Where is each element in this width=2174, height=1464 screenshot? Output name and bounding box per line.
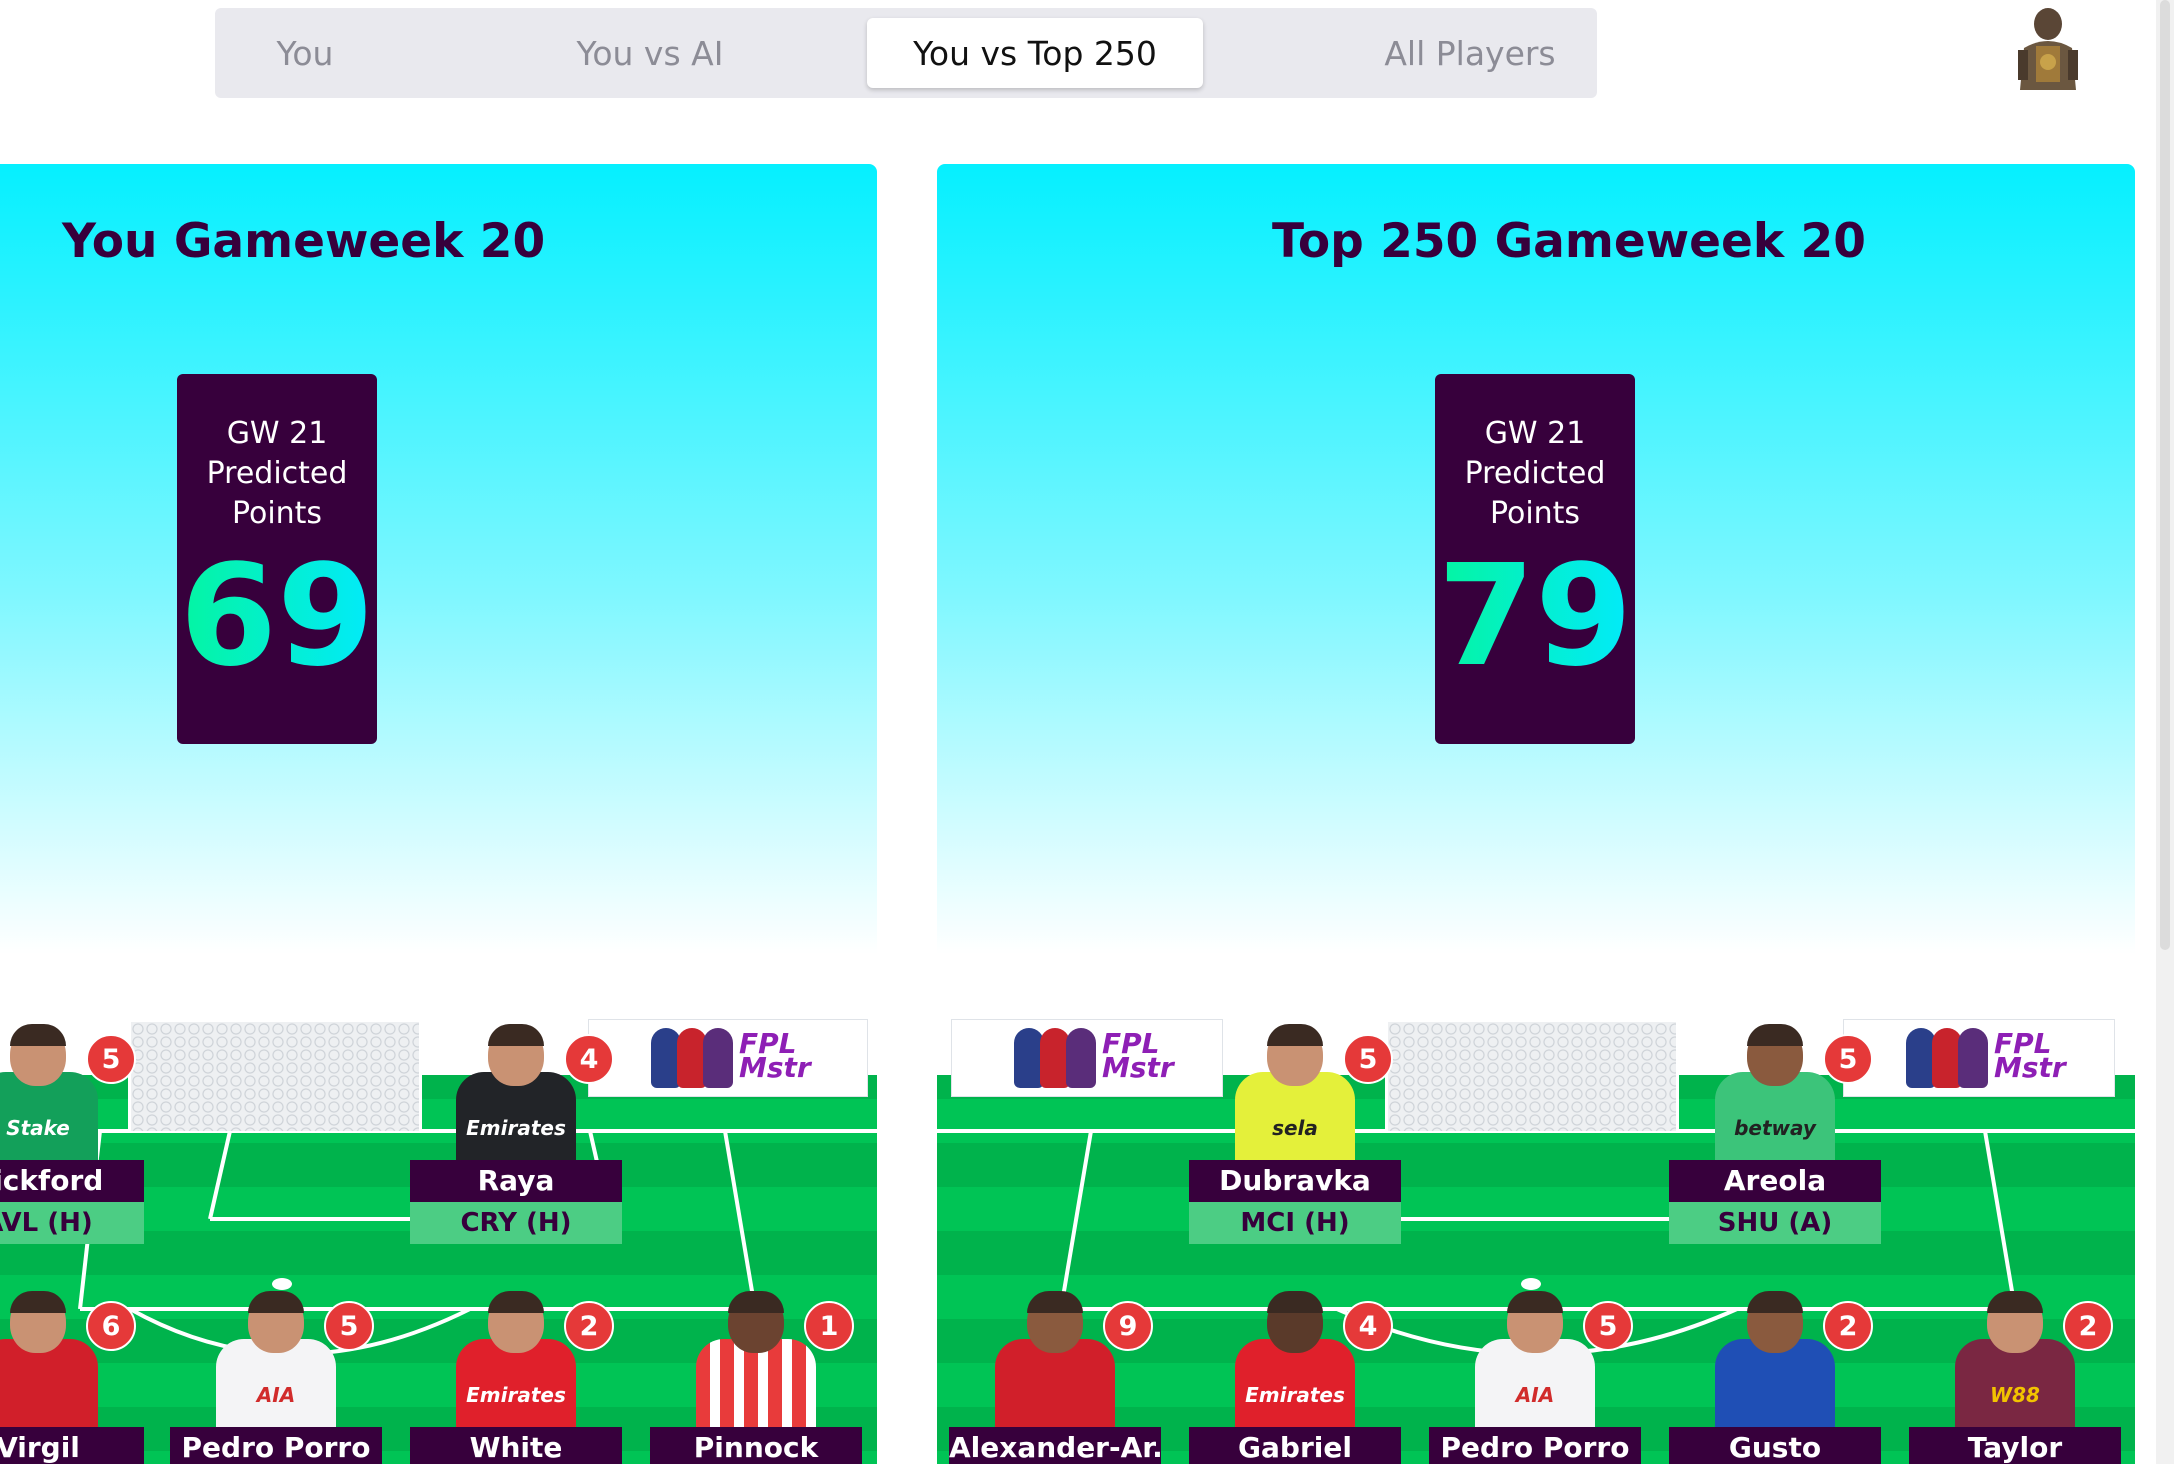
pitch: FPL Mstr FPL Mstr sela 5 Dubravka MCI (H… [937, 1019, 2135, 1464]
player-name: Alexander-Ar... [949, 1427, 1161, 1464]
points-badge: 2 [564, 1301, 614, 1351]
player-kit [0, 1339, 98, 1429]
player-card-def[interactable]: 1 Pinnock [650, 1291, 862, 1464]
player-fixture: AVL (H) [0, 1202, 144, 1244]
player-hair [10, 1024, 66, 1046]
points-badge: 5 [324, 1301, 374, 1351]
predicted-points-label: GW 21 Predicted Points [1464, 416, 1606, 531]
tab-you[interactable]: You [225, 18, 385, 88]
player-name: Pedro Porro [1429, 1427, 1641, 1464]
points-badge: 6 [86, 1301, 136, 1351]
panel-title: You Gameweek 20 [62, 214, 546, 269]
fpl-mstr-logo: FPL Mstr [1102, 1027, 1174, 1084]
predicted-points-card: GW 21 Predicted Points 79 [1435, 374, 1635, 744]
player-card-def[interactable]: Emirates 2 White [410, 1291, 622, 1464]
points-badge: 5 [1343, 1034, 1393, 1084]
player-fixture: CRY (H) [410, 1202, 622, 1244]
player-card-gk[interactable]: Emirates 4 Raya CRY (H) [410, 1024, 622, 1244]
player-hair [1027, 1291, 1083, 1313]
points-badge: 5 [1823, 1034, 1873, 1084]
player-hair [248, 1291, 304, 1313]
player-name: White [410, 1427, 622, 1464]
player-hair [1267, 1024, 1323, 1046]
player-card-gk[interactable]: Stake 5 Pickford AVL (H) [0, 1024, 144, 1244]
kit-sponsor: W88 [1990, 1383, 2040, 1407]
points-badge: 9 [1103, 1301, 1153, 1351]
points-badge: 2 [2063, 1301, 2113, 1351]
player-card-def[interactable]: 2 Gusto [1669, 1291, 1881, 1464]
player-card-def[interactable]: 6 Virgil [0, 1291, 144, 1464]
predicted-points-card: GW 21 Predicted Points 69 [177, 374, 377, 744]
predicted-points-value: 79 [1435, 542, 1635, 692]
points-badge: 4 [1343, 1301, 1393, 1351]
avatar-warrior-icon [2018, 8, 2078, 90]
player-hair [1747, 1024, 1803, 1046]
player-hair [728, 1291, 784, 1313]
player-name: Gusto [1669, 1427, 1881, 1464]
top-250-panel: Top 250 Gameweek 20 GW 21 Predicted Poin… [937, 164, 2135, 1464]
player-name: Gabriel [1189, 1427, 1401, 1464]
player-card-gk[interactable]: betway 5 Areola SHU (A) [1669, 1024, 1881, 1244]
player-fixture: MCI (H) [1189, 1202, 1401, 1244]
billboard-player-icon [1066, 1028, 1096, 1088]
player-hair [1747, 1291, 1803, 1313]
fpl-mstr-logo: FPL Mstr [739, 1027, 811, 1084]
player-fixture: SHU (A) [1669, 1202, 1881, 1244]
view-tabs: You You vs AI You vs Top 250 All Players [215, 8, 1597, 98]
tab-you-vs-top-250[interactable]: You vs Top 250 [867, 18, 1203, 88]
kit-sponsor: Emirates [466, 1383, 566, 1407]
player-card-gk[interactable]: sela 5 Dubravka MCI (H) [1189, 1024, 1401, 1244]
user-avatar[interactable] [2010, 4, 2086, 90]
predicted-points-label: GW 21 Predicted Points [206, 416, 348, 531]
player-card-def[interactable]: W88 2 Taylor [1909, 1291, 2121, 1464]
kit-sponsor: Emirates [1245, 1383, 1345, 1407]
player-name: Virgil [0, 1427, 144, 1464]
kit-sponsor: betway [1734, 1116, 1816, 1140]
player-hair [10, 1291, 66, 1313]
player-name: Pickford [0, 1160, 144, 1202]
pitch: FPL Mstr Stake 5 Pickford AVL (H) Emirat… [0, 1019, 877, 1464]
kit-sponsor: AIA [256, 1383, 296, 1407]
kit-sponsor: sela [1272, 1116, 1318, 1140]
player-card-def[interactable]: AIA 5 Pedro Porro [1429, 1291, 1641, 1464]
page-scrollbar[interactable] [2156, 0, 2174, 1464]
points-badge: 2 [1823, 1301, 1873, 1351]
player-name: Taylor [1909, 1427, 2121, 1464]
fpl-mstr-billboard: FPL Mstr [1843, 1019, 2115, 1097]
billboard-player-icon [1958, 1028, 1988, 1088]
player-name: Areola [1669, 1160, 1881, 1202]
player-hair [1987, 1291, 2043, 1313]
points-badge: 5 [86, 1034, 136, 1084]
player-hair [488, 1024, 544, 1046]
tab-you-vs-ai[interactable]: You vs AI [515, 18, 785, 88]
player-name: Pinnock [650, 1427, 862, 1464]
points-badge: 5 [1583, 1301, 1633, 1351]
goal-net [128, 1019, 422, 1131]
fpl-mstr-billboard: FPL Mstr [951, 1019, 1223, 1097]
player-name: Raya [410, 1160, 622, 1202]
goal-net [1385, 1019, 1679, 1131]
player-hair [1267, 1291, 1323, 1313]
predicted-points-value: 69 [177, 542, 377, 692]
player-name: Dubravka [1189, 1160, 1401, 1202]
fpl-mstr-logo: FPL Mstr [1994, 1027, 2066, 1084]
kit-sponsor: Emirates [466, 1116, 566, 1140]
player-name: Pedro Porro [170, 1427, 382, 1464]
player-card-def[interactable]: 9 Alexander-Ar... [949, 1291, 1161, 1464]
player-hair [1507, 1291, 1563, 1313]
tab-all-players[interactable]: All Players [1335, 18, 1605, 88]
kit-sponsor: Stake [6, 1116, 70, 1140]
points-badge: 4 [564, 1034, 614, 1084]
fpl-mstr-billboard: FPL Mstr [588, 1019, 868, 1097]
scrollbar-thumb[interactable] [2160, 0, 2170, 950]
kit-sponsor: AIA [1515, 1383, 1555, 1407]
player-hair [488, 1291, 544, 1313]
points-badge: 1 [804, 1301, 854, 1351]
panel-title: Top 250 Gameweek 20 [1272, 214, 1866, 269]
player-card-def[interactable]: Emirates 4 Gabriel [1189, 1291, 1401, 1464]
billboard-player-icon [703, 1028, 733, 1088]
your-team-panel: You Gameweek 20 GW 21 Predicted Points 6… [0, 164, 877, 1464]
player-card-def[interactable]: AIA 5 Pedro Porro [170, 1291, 382, 1464]
